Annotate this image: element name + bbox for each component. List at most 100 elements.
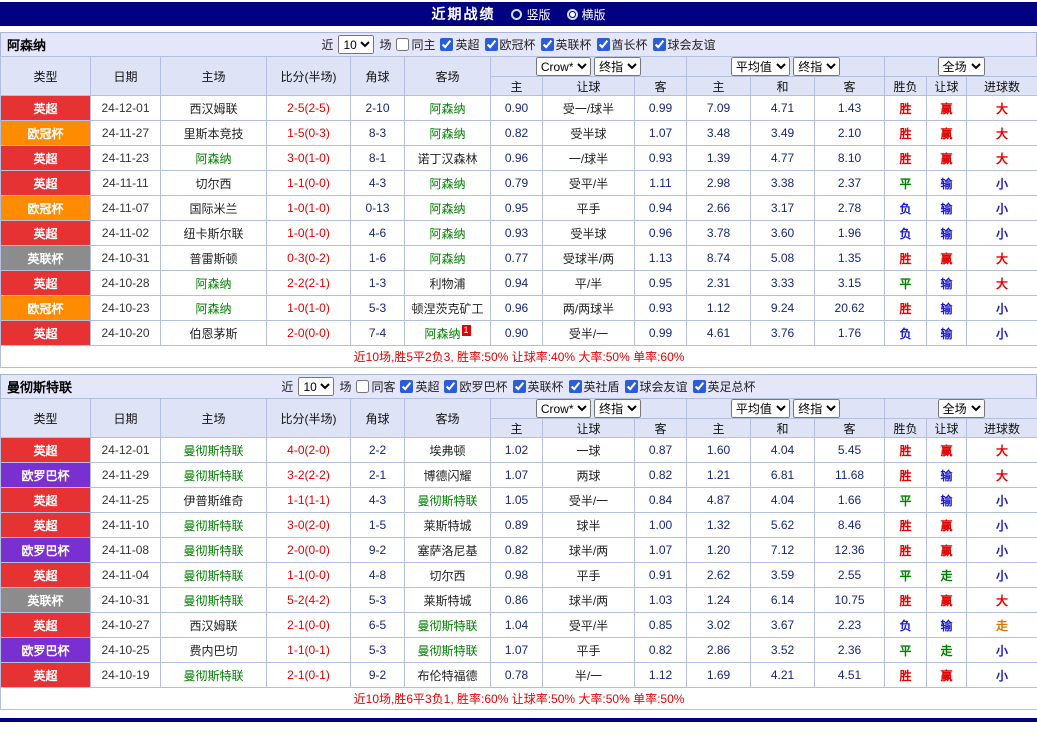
match-row: 英超 24-10-28 阿森纳 2-2(2-1) 1-3 利物浦 0.94 平/半 0.95 2.… xyxy=(0,270,1037,296)
odds-header: Crow* 终指 xyxy=(489,398,688,419)
league-badge: 欧罗巴杯 xyxy=(0,637,91,663)
corners: 9-2 xyxy=(350,537,405,563)
result-outcome: 负 xyxy=(884,195,928,221)
handicap-line: 两球 xyxy=(542,462,635,488)
avg-away: 12.36 xyxy=(814,537,886,563)
league-badge: 英联杯 xyxy=(0,587,91,613)
league-filter[interactable]: 英联杯 xyxy=(512,378,564,395)
near-label: 近 xyxy=(281,380,294,394)
result-outcome: 胜 xyxy=(884,95,928,121)
league-label: 酋长杯 xyxy=(611,38,648,52)
league-badge: 英超 xyxy=(0,662,91,688)
league-filter[interactable]: 球会友谊 xyxy=(624,378,688,395)
avg-draw: 5.62 xyxy=(750,512,816,538)
avg-source-select[interactable]: 平均值 xyxy=(730,399,790,418)
odds-source-select[interactable]: Crow* xyxy=(535,57,591,76)
league-filter[interactable]: 英超 xyxy=(400,378,439,395)
league-checkbox[interactable] xyxy=(596,38,610,51)
match-count-select[interactable]: 10 xyxy=(338,35,375,54)
sub-col-handicap-result: 让球 xyxy=(926,76,968,96)
league-filter[interactable]: 球会友谊 xyxy=(652,36,716,53)
league-checkbox[interactable] xyxy=(440,38,454,51)
matches-table: 类型 日期 主场 比分(半场) 角球 客场 Crow* 终指 平均值 终指 全场 xyxy=(0,56,1037,368)
league-filter[interactable]: 英社盾 xyxy=(568,378,620,395)
home-odds: 0.82 xyxy=(490,537,543,563)
match-date: 24-11-23 xyxy=(90,145,161,171)
league-checkbox[interactable] xyxy=(540,38,554,51)
league-checkbox[interactable] xyxy=(444,380,458,393)
away-odds: 0.82 xyxy=(633,637,688,663)
odds-time-select[interactable]: 终指 xyxy=(594,57,642,76)
col-home: 主场 xyxy=(160,56,267,96)
col-corner: 角球 xyxy=(350,56,405,96)
sub-col-avg-home: 主 xyxy=(686,418,752,438)
odds-source-select[interactable]: Crow* xyxy=(535,399,591,418)
home-odds: 1.07 xyxy=(490,462,543,488)
scope-select[interactable]: 全场 xyxy=(937,57,985,76)
result-outcome: 平 xyxy=(884,170,928,196)
away-odds: 0.93 xyxy=(633,145,688,171)
league-checkbox[interactable] xyxy=(624,380,638,393)
match-row: 欧罗巴杯 24-11-29 曼彻斯特联 3-2(2-2) 2-1 博德闪耀 1.07 两球 0.… xyxy=(0,462,1037,488)
team-section-arsenal: 阿森纳 近 10 场 同主 英超 欧冠杯 英联杯 酋长杯 球会友谊 类型 日期 主场 比… xyxy=(0,32,1037,368)
league-checkbox[interactable] xyxy=(568,380,582,393)
avg-time-select[interactable]: 终指 xyxy=(793,399,841,418)
league-checkbox[interactable] xyxy=(400,380,414,393)
same-venue-filter[interactable]: 同客 xyxy=(356,378,395,395)
league-checkbox[interactable] xyxy=(692,380,706,393)
home-team: 曼彻斯特联 xyxy=(160,462,267,488)
result-outcome: 胜 xyxy=(884,587,928,613)
result-outcome: 胜 xyxy=(884,512,928,538)
result-goals: 大 xyxy=(966,462,1037,488)
result-handicap: 输 xyxy=(926,220,968,246)
avg-time-select[interactable]: 终指 xyxy=(793,57,841,76)
away-odds: 0.96 xyxy=(633,220,688,246)
match-date: 24-11-11 xyxy=(90,170,161,196)
league-label: 欧冠杯 xyxy=(499,38,536,52)
home-odds: 0.96 xyxy=(490,295,543,321)
league-filter[interactable]: 英足总杯 xyxy=(692,378,756,395)
layout-option-vertical[interactable]: 竖版 xyxy=(511,6,551,23)
layout-option-vertical-label: 竖版 xyxy=(526,7,551,22)
league-checkbox[interactable] xyxy=(484,38,498,51)
same-venue-checkbox[interactable] xyxy=(396,38,410,51)
league-filter[interactable]: 英超 xyxy=(440,36,480,53)
handicap-line: 平手 xyxy=(542,562,635,588)
same-venue-checkbox[interactable] xyxy=(356,380,370,393)
match-row: 欧冠杯 24-11-27 里斯本竞技 1-5(0-3) 8-3 阿森纳 0.82 受半球 1.0… xyxy=(0,120,1037,146)
league-badge: 英超 xyxy=(0,612,91,638)
col-away: 客场 xyxy=(404,56,491,96)
away-odds: 1.07 xyxy=(633,537,688,563)
layout-option-horizontal[interactable]: 横版 xyxy=(566,6,606,23)
avg-source-select[interactable]: 平均值 xyxy=(730,57,790,76)
same-venue-filter[interactable]: 同主 xyxy=(396,36,435,53)
league-checkbox[interactable] xyxy=(652,38,666,51)
result-handicap: 赢 xyxy=(926,437,968,463)
league-filter[interactable]: 欧罗巴杯 xyxy=(444,378,508,395)
league-filter[interactable]: 酋长杯 xyxy=(596,36,648,53)
radio-icon[interactable] xyxy=(511,8,523,20)
league-checkbox[interactable] xyxy=(512,380,526,393)
match-row: 英超 24-11-02 纽卡斯尔联 1-0(1-0) 4-6 阿森纳 0.93 受半球 0.96… xyxy=(0,220,1037,246)
result-handicap: 输 xyxy=(926,195,968,221)
match-date: 24-11-07 xyxy=(90,195,161,221)
match-row: 欧冠杯 24-11-07 国际米兰 1-0(1-0) 0-13 阿森纳 0.95 平手 0.94… xyxy=(0,195,1037,221)
odds-time-select[interactable]: 终指 xyxy=(594,399,642,418)
league-filter[interactable]: 英联杯 xyxy=(540,36,592,53)
match-count-select[interactable]: 10 xyxy=(298,377,335,396)
result-outcome: 胜 xyxy=(884,662,928,688)
league-label: 欧罗巴杯 xyxy=(459,380,508,394)
scope-select[interactable]: 全场 xyxy=(937,399,985,418)
league-filter[interactable]: 欧冠杯 xyxy=(484,36,536,53)
handicap-line: 球半 xyxy=(542,512,635,538)
col-score: 比分(半场) xyxy=(266,398,351,438)
corners: 4-3 xyxy=(350,170,405,196)
league-badge: 欧冠杯 xyxy=(0,295,91,321)
layout-option-horizontal-label: 横版 xyxy=(581,7,606,22)
sub-col-home-odds: 主 xyxy=(490,76,543,96)
league-badge: 英超 xyxy=(0,270,91,296)
radio-selected-icon[interactable] xyxy=(566,8,578,20)
handicap-line: 两/两球半 xyxy=(542,295,635,321)
home-odds: 0.79 xyxy=(490,170,543,196)
home-team: 西汉姆联 xyxy=(160,612,267,638)
